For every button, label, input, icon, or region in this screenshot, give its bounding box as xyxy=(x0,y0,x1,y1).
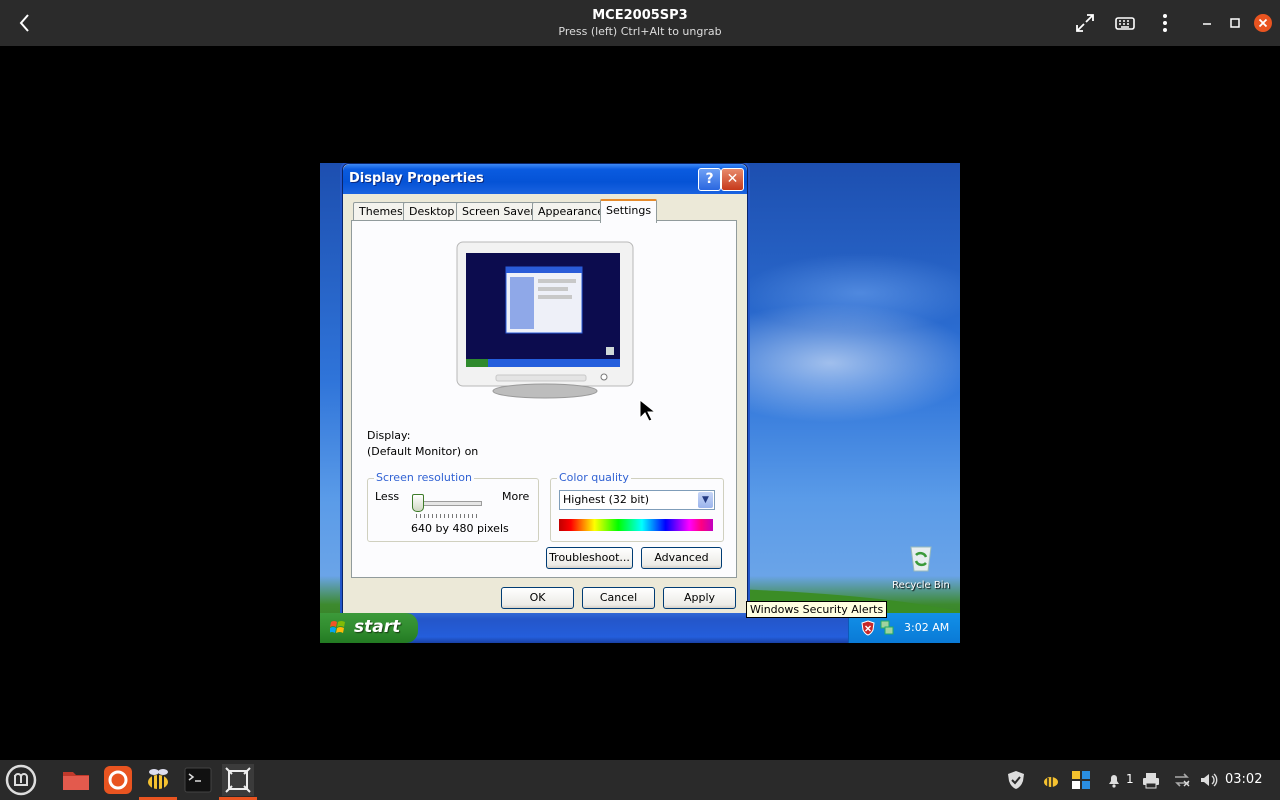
tab-appearance[interactable]: Appearance xyxy=(532,202,611,221)
resolution-slider-ticks xyxy=(416,514,480,518)
resolution-slider-track[interactable] xyxy=(416,501,482,506)
color-quality-value: Highest (32 bit) xyxy=(563,493,650,506)
windows-flag-icon xyxy=(330,621,345,633)
recycle-bin-label: Recycle Bin xyxy=(892,580,950,591)
start-button[interactable]: start xyxy=(320,613,418,643)
tab-settings[interactable]: Settings xyxy=(600,199,658,223)
settings-panel: Display: (Default Monitor) on Screen res… xyxy=(351,220,737,578)
tab-desktop[interactable]: Desktop xyxy=(403,202,461,221)
network-disconnected-icon[interactable] xyxy=(1172,770,1192,790)
kebab-menu-icon[interactable] xyxy=(1154,12,1176,34)
screen-resolution-label: Screen resolution xyxy=(374,471,474,484)
color-squares-icon[interactable] xyxy=(1071,770,1091,790)
display-properties-dialog: Display Properties ? ✕ Themes Desktop Sc… xyxy=(342,163,748,615)
maximize-icon[interactable] xyxy=(1224,12,1246,34)
shield-icon[interactable] xyxy=(1006,770,1026,790)
recycle-bin[interactable]: Recycle Bin xyxy=(885,541,957,591)
mouse-pointer-icon xyxy=(639,399,657,422)
host-taskbar: 1 03:02 xyxy=(0,760,1280,800)
resolution-slider-thumb[interactable] xyxy=(412,494,424,512)
recycle-bin-icon xyxy=(910,546,932,572)
ok-button[interactable]: OK xyxy=(501,587,574,609)
bee-icon[interactable] xyxy=(142,764,174,796)
display-label: Display: xyxy=(367,429,411,442)
firefox-icon[interactable] xyxy=(102,764,134,796)
host-clock[interactable]: 03:02 xyxy=(1225,772,1262,787)
chevron-down-icon[interactable]: ▼ xyxy=(698,492,713,508)
start-label: start xyxy=(354,617,401,637)
resolution-value: 640 by 480 pixels xyxy=(411,522,509,535)
guest-screen[interactable]: Recycle Bin Display Properties ? ✕ Theme… xyxy=(320,163,960,643)
screen-resolution-group: Screen resolution Less More 640 by 480 p… xyxy=(367,471,539,542)
fullscreen-icon[interactable] xyxy=(1074,12,1096,34)
troubleshoot-button[interactable]: Troubleshoot... xyxy=(546,547,633,569)
folder-icon[interactable] xyxy=(60,764,92,796)
cancel-button[interactable]: Cancel xyxy=(582,587,655,609)
dialog-titlebar[interactable]: Display Properties ? ✕ xyxy=(343,164,747,194)
host-titlebar: MCE2005SP3 Press (left) Ctrl+Alt to ungr… xyxy=(0,0,1280,46)
resolution-less-label: Less xyxy=(375,490,400,503)
color-spectrum-bar xyxy=(559,519,713,531)
security-shield-icon[interactable] xyxy=(861,620,875,636)
apply-button[interactable]: Apply xyxy=(663,587,736,609)
tab-screen-saver[interactable]: Screen Saver xyxy=(456,202,541,221)
close-icon[interactable] xyxy=(1252,12,1274,34)
keyboard-icon[interactable] xyxy=(1114,12,1136,34)
vm-window-icon[interactable] xyxy=(222,764,254,796)
notification-count: 1 xyxy=(1126,772,1134,786)
dialog-close-button[interactable]: ✕ xyxy=(721,168,744,191)
bee-tray-icon[interactable] xyxy=(1040,770,1062,790)
help-button[interactable]: ? xyxy=(698,168,721,191)
color-quality-group: Color quality Highest (32 bit) ▼ xyxy=(550,471,724,542)
advanced-button[interactable]: Advanced xyxy=(641,547,722,569)
terminal-icon[interactable] xyxy=(182,764,214,796)
display-value: (Default Monitor) on xyxy=(367,445,479,458)
notification-bell-icon[interactable] xyxy=(1104,770,1124,790)
color-quality-label: Color quality xyxy=(557,471,631,484)
xp-clock[interactable]: 3:02 AM xyxy=(904,621,949,634)
security-alert-tooltip: Windows Security Alerts xyxy=(746,601,888,618)
dialog-title: Display Properties xyxy=(349,171,484,186)
printer-icon[interactable] xyxy=(1141,770,1161,790)
volume-icon[interactable] xyxy=(1198,770,1218,790)
network-icon[interactable] xyxy=(879,619,895,637)
minimize-icon[interactable] xyxy=(1196,12,1218,34)
mint-menu-icon[interactable] xyxy=(5,764,37,796)
color-quality-select[interactable]: Highest (32 bit) ▼ xyxy=(559,490,715,510)
monitor-preview-icon xyxy=(456,241,634,399)
resolution-more-label: More xyxy=(502,490,530,503)
tab-themes[interactable]: Themes xyxy=(353,202,409,221)
